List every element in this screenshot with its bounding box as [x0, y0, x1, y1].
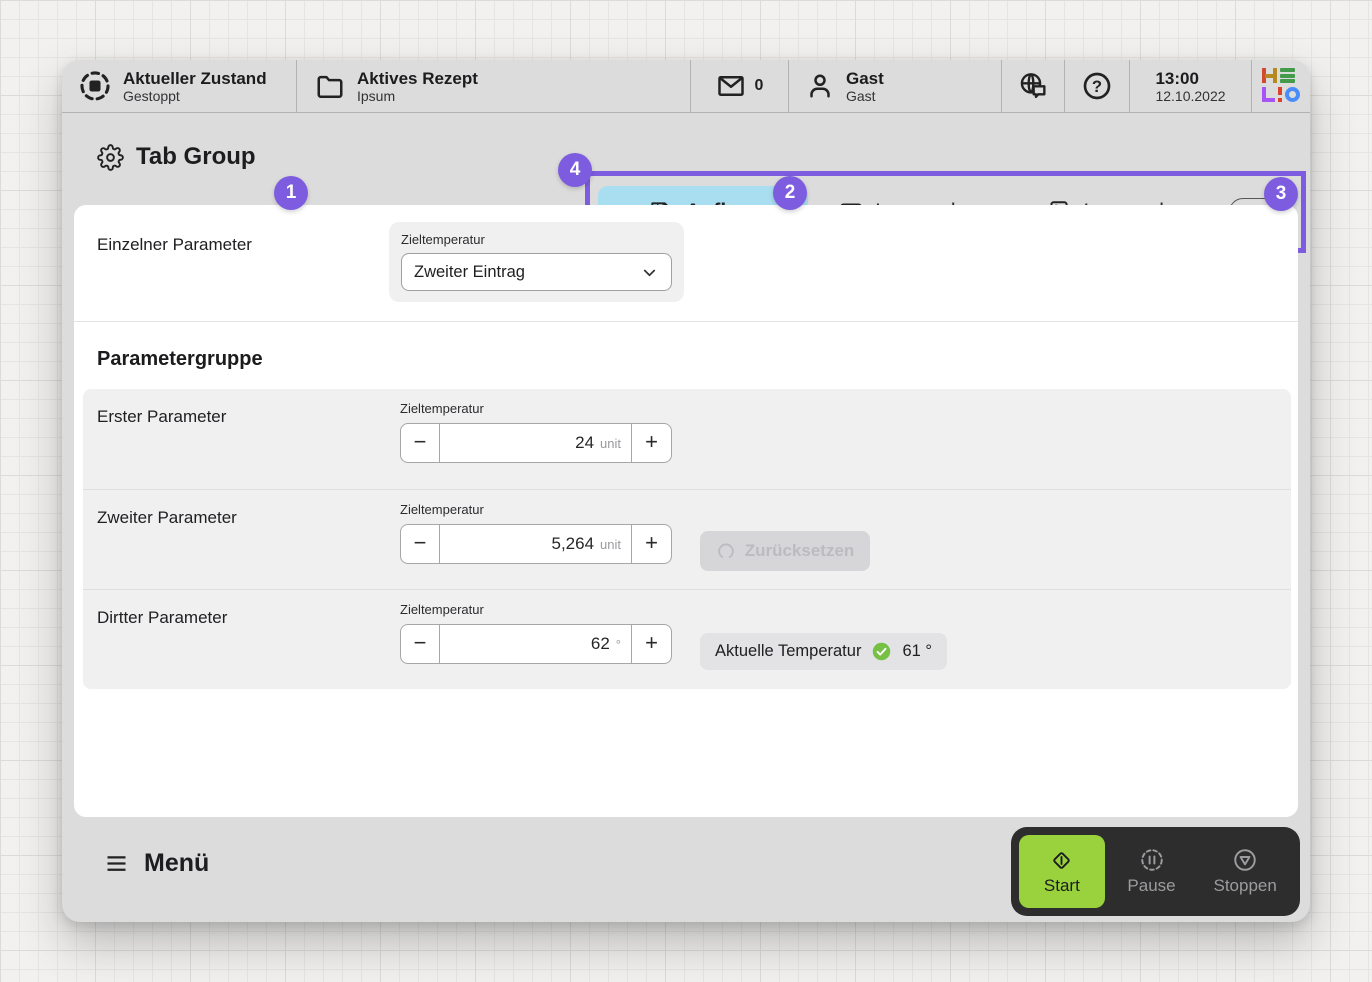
app-window: Aktueller Zustand Gestoppt Aktives Rezep…	[62, 60, 1310, 922]
mail-count: 0	[755, 77, 764, 95]
pause-button[interactable]: Pause	[1105, 847, 1199, 896]
tab-group-title: Tab Group	[97, 143, 256, 171]
user-name: Gast	[846, 69, 884, 88]
machine-state-section: Aktueller Zustand Gestoppt	[62, 60, 296, 112]
reset-icon	[716, 541, 736, 561]
recipe-title: Aktives Rezept	[357, 69, 478, 88]
field-label: Zieltemperatur	[401, 232, 672, 247]
logo-letter-i	[1278, 87, 1282, 102]
decrease-button[interactable]: −	[400, 524, 440, 564]
svg-text:?: ?	[1092, 77, 1102, 96]
content-panel: Einzelner Parameter Zieltemperatur Zweit…	[74, 205, 1298, 817]
tab-group-title-label: Tab Group	[136, 143, 256, 171]
active-recipe-section: Aktives Rezept Ipsum	[296, 60, 690, 112]
folder-icon	[315, 71, 345, 101]
parameter-unit: unit	[600, 537, 621, 552]
messages-button[interactable]: 0	[690, 60, 788, 112]
parameter-unit: °	[616, 637, 621, 652]
decrease-button[interactable]: −	[400, 624, 440, 664]
mail-icon	[716, 71, 746, 101]
recipe-value: Ipsum	[357, 88, 478, 104]
parameter-value: 5,264	[551, 534, 594, 554]
start-label: Start	[1044, 876, 1080, 896]
help-icon: ?	[1081, 70, 1113, 102]
gear-icon	[97, 144, 124, 171]
state-title: Aktueller Zustand	[123, 69, 267, 88]
stop-icon	[1232, 847, 1258, 873]
helio-logo	[1262, 68, 1300, 104]
field-label: Zieltemperatur	[400, 401, 672, 416]
clock-date: 12.10.2022	[1155, 88, 1225, 104]
increase-button[interactable]: +	[632, 624, 672, 664]
value-input[interactable]: 62 °	[440, 624, 632, 664]
brand-logo-section	[1251, 60, 1310, 112]
logo-letter-h	[1262, 68, 1277, 83]
value-input[interactable]: 24 unit	[440, 423, 632, 463]
stepper-3: − 62 ° +	[400, 624, 672, 664]
user-button[interactable]: Gast Gast	[788, 60, 1001, 112]
parameter-value: 24	[575, 433, 594, 453]
reset-button-label: Zurücksetzen	[745, 541, 855, 561]
parameter-row-2: Zweiter Parameter Zieltemperatur − 5,264…	[83, 489, 1291, 589]
clock-time: 13:00	[1155, 69, 1225, 88]
parameter-label: Einzelner Parameter	[97, 235, 252, 255]
check-circle-icon	[871, 641, 892, 662]
parameter-row-3: Dirtter Parameter Zieltemperatur − 62 ° …	[83, 589, 1291, 689]
datetime-section: 13:00 12.10.2022	[1129, 60, 1251, 112]
help-button[interactable]: ?	[1064, 60, 1129, 112]
language-button[interactable]	[1001, 60, 1064, 112]
reset-button[interactable]: Zurücksetzen	[700, 531, 870, 571]
status-label: Aktuelle Temperatur	[715, 642, 861, 661]
dropdown-selected-value: Zweiter Eintrag	[414, 263, 525, 282]
stop-label: Stoppen	[1214, 876, 1277, 896]
status-value: 61 °	[902, 642, 932, 661]
logo-letter-e	[1280, 68, 1295, 83]
start-diamond-icon	[1049, 848, 1074, 873]
parameter-group-title: Parametergruppe	[74, 322, 1298, 389]
parameter-row-1: Erster Parameter Zieltemperatur − 24 uni…	[83, 389, 1291, 489]
parameter-label: Zweiter Parameter	[97, 508, 237, 528]
zieltemperatur-dropdown[interactable]: Zweiter Eintrag	[401, 253, 672, 291]
user-role: Gast	[846, 88, 884, 104]
stop-button[interactable]: Stoppen	[1198, 847, 1292, 896]
bottom-bar: Menü Start Pause	[62, 817, 1310, 922]
parameter-label: Dirtter Parameter	[97, 608, 227, 628]
parameter-unit: unit	[600, 436, 621, 451]
hamburger-icon	[103, 850, 130, 877]
decrease-button[interactable]: −	[400, 423, 440, 463]
menu-label: Menü	[144, 849, 209, 878]
annotation-badge-2: 2	[773, 176, 807, 210]
menu-button[interactable]: Menü	[103, 849, 209, 878]
stopped-state-icon	[78, 69, 112, 103]
increase-button[interactable]: +	[632, 423, 672, 463]
state-value: Gestoppt	[123, 88, 267, 104]
field-label: Zieltemperatur	[400, 602, 672, 617]
start-button[interactable]: Start	[1019, 835, 1105, 908]
parameter-label: Erster Parameter	[97, 407, 226, 427]
logo-letter-l	[1262, 87, 1275, 102]
field-label: Zieltemperatur	[400, 502, 672, 517]
globe-chat-icon	[1017, 70, 1049, 102]
stepper-2: − 5,264 unit +	[400, 524, 672, 564]
stepper-1: − 24 unit +	[400, 423, 672, 463]
tab-row: Tab Group Aufbau Image als ...	[62, 113, 1310, 205]
user-icon	[805, 71, 835, 101]
dropdown-field-card: Zieltemperatur Zweiter Eintrag	[389, 222, 684, 302]
parameter-value: 62	[591, 634, 610, 654]
value-input[interactable]: 5,264 unit	[440, 524, 632, 564]
pause-icon	[1139, 847, 1165, 873]
single-parameter-row: Einzelner Parameter Zieltemperatur Zweit…	[74, 205, 1298, 322]
top-status-bar: Aktueller Zustand Gestoppt Aktives Rezep…	[62, 60, 1310, 113]
increase-button[interactable]: +	[632, 524, 672, 564]
annotation-badge-3: 3	[1264, 177, 1298, 211]
machine-action-bar: Start Pause Stoppen	[1011, 827, 1300, 916]
annotation-badge-1: 1	[274, 176, 308, 210]
chevron-down-icon	[640, 263, 659, 282]
logo-letter-o	[1285, 87, 1300, 102]
pause-label: Pause	[1127, 876, 1175, 896]
current-temperature-badge: Aktuelle Temperatur 61 °	[700, 633, 947, 670]
annotation-badge-4: 4	[558, 153, 592, 187]
